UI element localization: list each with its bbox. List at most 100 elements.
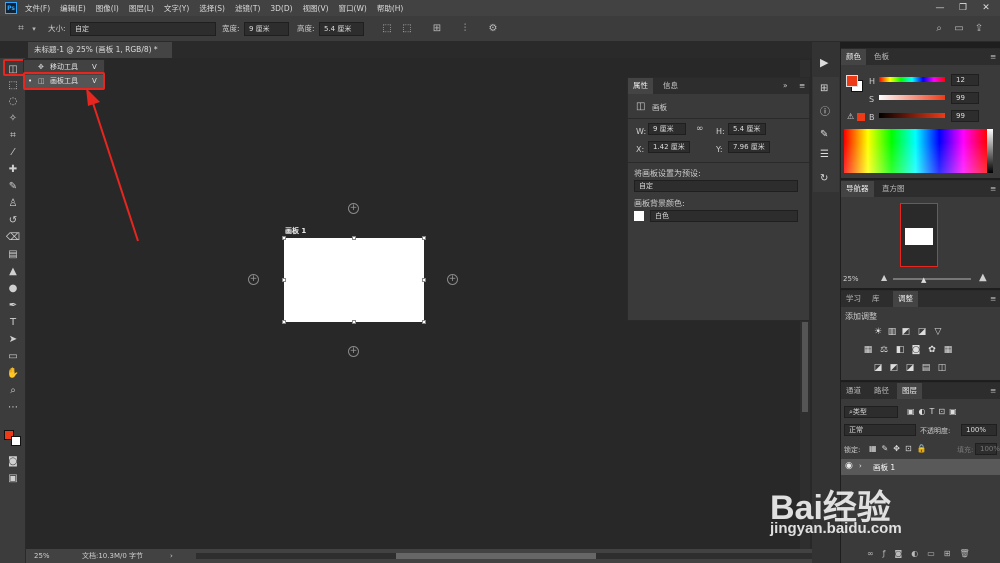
fill-field[interactable]: 100% bbox=[975, 443, 1000, 455]
gamut-color-chip[interactable] bbox=[857, 113, 865, 121]
width-field[interactable]: 9 厘米 bbox=[244, 22, 289, 36]
properties-icon[interactable]: ⊞ bbox=[820, 83, 828, 94]
lock-icons[interactable]: ▦✎✥⊡🔒 bbox=[869, 444, 932, 453]
visibility-eye-icon[interactable]: ◉ bbox=[845, 461, 853, 471]
add-artboard-top-icon[interactable]: + bbox=[348, 203, 359, 214]
crop-tool-icon[interactable]: ⌗ bbox=[4, 128, 22, 143]
menu-filter[interactable]: 滤镜(T) bbox=[235, 3, 260, 14]
tab-channels[interactable]: 通道 bbox=[841, 383, 866, 399]
menu-edit[interactable]: 编辑(E) bbox=[60, 3, 86, 14]
document-tab[interactable]: 未标题-1 @ 25% (画板 1, RGB/8) * × bbox=[28, 42, 172, 70]
resize-handle[interactable] bbox=[282, 278, 286, 282]
rectangle-tool-icon[interactable]: ▭ bbox=[4, 349, 22, 364]
history-brush-icon[interactable]: ↺ bbox=[4, 213, 22, 228]
gear-icon[interactable]: ⚙ bbox=[486, 22, 500, 36]
menu-view[interactable]: 视图(V) bbox=[303, 3, 329, 14]
size-select[interactable]: 自定 bbox=[70, 22, 216, 36]
zoom-level[interactable]: 25% bbox=[34, 549, 50, 563]
marquee-tool-icon[interactable]: ⬚ bbox=[4, 78, 22, 93]
tab-properties[interactable]: 属性 bbox=[628, 78, 653, 94]
brightness-slider[interactable] bbox=[879, 113, 945, 118]
menu-layer[interactable]: 图层(L) bbox=[129, 3, 154, 14]
blend-mode-select[interactable]: 正常 bbox=[844, 424, 916, 436]
align-icon[interactable]: ⫶ bbox=[458, 22, 472, 36]
blur-tool-icon[interactable]: ▲ bbox=[4, 264, 22, 279]
zoom-slider-thumb[interactable]: ▲ bbox=[921, 276, 926, 284]
black-white-icon[interactable]: ◧ bbox=[895, 345, 905, 355]
play-icon[interactable]: ▶ bbox=[820, 56, 828, 69]
channel-mixer-icon[interactable]: ✿ bbox=[927, 345, 937, 355]
menu-help[interactable]: 帮助(H) bbox=[377, 3, 404, 14]
zoom-in-icon[interactable]: ▲ bbox=[979, 272, 987, 283]
h-field[interactable]: 12 bbox=[951, 74, 979, 86]
healing-brush-icon[interactable]: ✚ bbox=[4, 162, 22, 177]
add-artboard-right-icon[interactable]: + bbox=[447, 274, 458, 285]
exposure-icon[interactable]: ◪ bbox=[917, 327, 927, 337]
panel-menu-icon[interactable]: ≡ bbox=[985, 181, 1000, 197]
history-icon[interactable]: ↻ bbox=[820, 173, 828, 184]
posterize-icon[interactable]: ◩ bbox=[889, 363, 899, 373]
color-balance-icon[interactable]: ⚖ bbox=[879, 345, 889, 355]
layer-row[interactable]: ◉ › 画板 1 bbox=[841, 459, 1000, 475]
tab-color[interactable]: 颜色 bbox=[841, 49, 866, 65]
menu-3d[interactable]: 3D(D) bbox=[270, 4, 292, 13]
dodge-tool-icon[interactable]: ● bbox=[4, 281, 22, 296]
resize-handle[interactable] bbox=[282, 320, 286, 324]
saturation-slider[interactable] bbox=[879, 95, 945, 100]
opacity-field[interactable]: 100% bbox=[961, 424, 997, 436]
curves-icon[interactable]: ◩ bbox=[901, 327, 911, 337]
photo-filter-icon[interactable]: ◙ bbox=[911, 345, 921, 355]
status-menu-arrow[interactable]: › bbox=[170, 549, 173, 563]
tab-info[interactable]: 信息 bbox=[658, 78, 683, 94]
menu-file[interactable]: 文件(F) bbox=[25, 3, 50, 14]
color-spectrum[interactable] bbox=[844, 129, 987, 173]
resize-handle[interactable] bbox=[352, 236, 356, 240]
sliders-icon[interactable]: ☰ bbox=[820, 149, 829, 160]
close-window-button[interactable]: ✕ bbox=[976, 0, 996, 16]
chevron-down-icon[interactable]: ▾ bbox=[30, 22, 38, 36]
menu-image[interactable]: 图像(I) bbox=[96, 3, 119, 14]
color-lookup-icon[interactable]: ▦ bbox=[943, 345, 953, 355]
bg-color-select[interactable]: 白色 bbox=[650, 210, 798, 222]
eyedropper-icon[interactable]: ⁄ bbox=[4, 145, 22, 160]
add-artboard-icon[interactable]: ⊞ bbox=[430, 22, 444, 36]
minimize-button[interactable]: — bbox=[930, 0, 950, 16]
clone-stamp-icon[interactable]: ♙ bbox=[4, 196, 22, 211]
panel-menu-icon[interactable]: ≡ bbox=[985, 49, 1000, 65]
tab-swatches[interactable]: 色板 bbox=[869, 49, 894, 65]
add-artboard-left-icon[interactable]: + bbox=[248, 274, 259, 285]
make-landscape-icon[interactable]: ⬚ bbox=[400, 22, 414, 36]
panel-menu-icon[interactable]: ≡ bbox=[985, 383, 1000, 399]
brightness-icon[interactable]: ☀ bbox=[873, 327, 883, 337]
s-field[interactable]: 99 bbox=[951, 92, 979, 104]
resize-handle[interactable] bbox=[282, 236, 286, 240]
layer-filter-select[interactable]: ⌕类型 bbox=[844, 406, 898, 418]
menu-select[interactable]: 选择(S) bbox=[199, 3, 225, 14]
selective-color-icon[interactable]: ◫ bbox=[937, 363, 947, 373]
more-tools-icon[interactable]: ⋯ bbox=[4, 400, 22, 415]
tab-libraries[interactable]: 库 bbox=[867, 291, 885, 307]
tab-navigator[interactable]: 导航器 bbox=[841, 181, 874, 197]
brush-settings-icon[interactable]: ✎ bbox=[820, 129, 828, 140]
zoom-slider[interactable] bbox=[893, 278, 971, 280]
eraser-icon[interactable]: ⌫ bbox=[4, 230, 22, 245]
brush-tool-icon[interactable]: ✎ bbox=[4, 179, 22, 194]
lasso-tool-icon[interactable]: ◌ bbox=[4, 94, 22, 109]
tab-learn[interactable]: 学习 bbox=[841, 291, 866, 307]
panel-menu-icon[interactable]: ≡ bbox=[985, 291, 1000, 307]
tab-paths[interactable]: 路径 bbox=[869, 383, 894, 399]
make-portrait-icon[interactable]: ⬚ bbox=[380, 22, 394, 36]
hue-saturation-icon[interactable]: ▦ bbox=[863, 345, 873, 355]
foreground-color-chip[interactable] bbox=[846, 75, 858, 87]
panel-collapse-icon[interactable]: » bbox=[778, 78, 793, 94]
filter-icons[interactable]: ▣◐T⊡▣ bbox=[907, 407, 961, 416]
b-field[interactable]: 99 bbox=[951, 110, 979, 122]
magic-wand-icon[interactable]: ✧ bbox=[4, 111, 22, 126]
layer-actions[interactable]: ∞ƒ◙◐▭⊞🗑 bbox=[867, 549, 979, 558]
path-select-icon[interactable]: ➤ bbox=[4, 332, 22, 347]
w-field[interactable]: 9 厘米 bbox=[648, 123, 686, 135]
preset-select[interactable]: 自定 bbox=[634, 180, 798, 192]
vibrance-icon[interactable]: ▽ bbox=[933, 327, 943, 337]
levels-icon[interactable]: ▥ bbox=[887, 327, 897, 337]
resize-handle[interactable] bbox=[352, 320, 356, 324]
